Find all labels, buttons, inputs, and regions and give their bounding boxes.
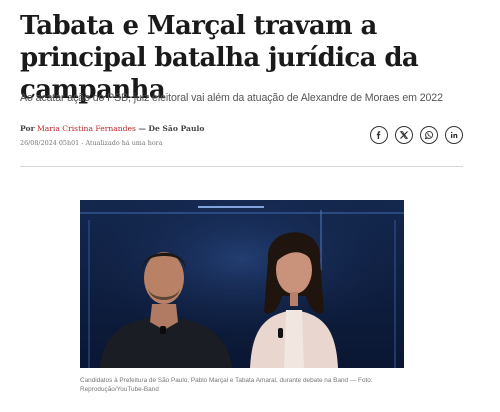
byline-prefix: Por <box>20 124 35 133</box>
byline: Por Maria Cristina Fernandes — De São Pa… <box>20 124 204 133</box>
share-facebook-button[interactable] <box>370 126 388 144</box>
header-divider <box>20 166 463 167</box>
facebook-icon <box>376 131 381 139</box>
share-x-button[interactable] <box>395 126 413 144</box>
share-linkedin-button[interactable] <box>445 126 463 144</box>
published-date: 26/08/2024 05h01 <box>20 139 80 147</box>
byline-location: De São Paulo <box>148 124 205 133</box>
share-whatsapp-button[interactable] <box>420 126 438 144</box>
linkedin-icon <box>450 131 458 138</box>
debate-photo-illustration <box>80 200 404 368</box>
article-subtitle: Ao acatar ação do PSB, juiz eleitoral va… <box>20 92 443 104</box>
author-link[interactable]: Maria Cristina Fernandes <box>37 124 136 133</box>
share-bar <box>370 126 463 144</box>
updated-date: Atualizado há uma hora <box>85 139 163 147</box>
article-photo[interactable] <box>80 200 404 368</box>
article-dates: 26/08/2024 05h01 - Atualizado há uma hor… <box>20 139 163 147</box>
byline-separator: — <box>138 124 146 133</box>
x-icon <box>400 131 408 139</box>
image-caption: Candidatos à Prefeitura de São Paulo, Pa… <box>80 377 373 393</box>
whatsapp-icon <box>424 130 434 140</box>
